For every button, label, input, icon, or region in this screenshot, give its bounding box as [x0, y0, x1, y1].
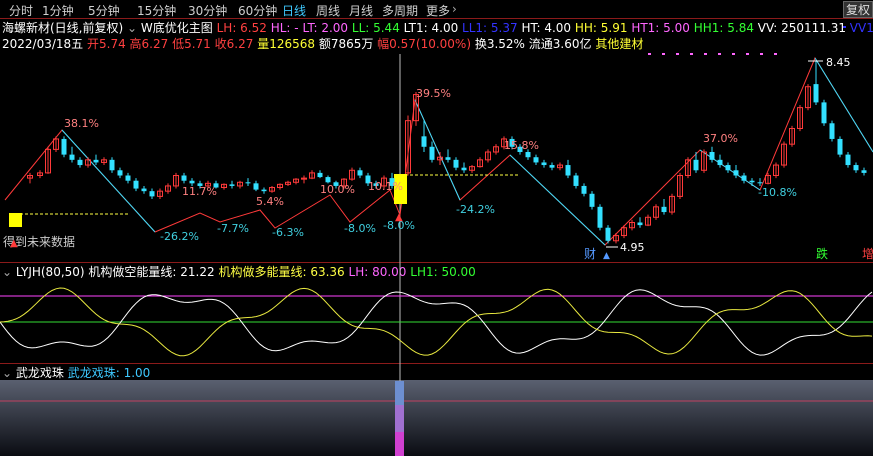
candle-body: [261, 189, 267, 192]
top-marker: [843, 26, 846, 28]
candle-body: [253, 183, 259, 190]
pct-up-label: 39.5%: [416, 87, 451, 100]
pct-down-label: -7.7%: [217, 222, 249, 235]
candle-body: [189, 180, 195, 184]
candle-body: [229, 184, 235, 186]
buy-block: [9, 213, 22, 227]
signal-cai-arrow: ▲: [603, 251, 610, 261]
candle-body: [245, 182, 251, 184]
signal-cai: 财: [584, 247, 596, 261]
peak-price-label: 8.45: [826, 56, 851, 69]
wulong-bar-mid: [395, 405, 404, 432]
candle-body: [605, 227, 611, 241]
top-marker: [704, 53, 707, 55]
candle-body: [453, 159, 459, 168]
candle-body: [69, 154, 75, 160]
pct-up-label: 37.0%: [703, 132, 738, 145]
zigzag-down: [61, 129, 156, 233]
pct-down-label: -10.8%: [758, 186, 797, 199]
candle-body: [429, 146, 435, 160]
pct-down-label: -26.2%: [160, 230, 199, 243]
candle-body: [133, 180, 139, 189]
pct-up-label: 10.0%: [320, 183, 355, 196]
candle-body: [837, 138, 843, 155]
top-marker: [760, 53, 763, 55]
candle-body: [661, 206, 667, 213]
candle-body: [93, 159, 99, 163]
buy-arrow: ▲: [10, 238, 18, 249]
zigzag-down-2: [414, 99, 461, 201]
candle-body: [77, 159, 83, 166]
pct-down-label: -24.2%: [456, 203, 495, 216]
signal-die: 跌: [816, 246, 828, 261]
candle-body: [141, 188, 147, 192]
pct-down-label: -6.3%: [272, 226, 304, 239]
candle-body: [149, 191, 155, 197]
candle-body: [597, 206, 603, 228]
candle-body: [461, 167, 467, 171]
top-marker: [648, 53, 651, 55]
top-marker: [690, 53, 693, 55]
candle-body: [61, 138, 67, 155]
candle-body: [421, 136, 427, 147]
candle-body: [693, 159, 699, 171]
candle-body: [357, 170, 363, 176]
candle-body: [813, 84, 819, 103]
candle-body: [861, 170, 867, 173]
pct-up-label: 5.4%: [256, 195, 284, 208]
top-marker: [774, 53, 777, 55]
candle-body: [749, 180, 755, 183]
candle-body: [581, 185, 587, 194]
candle-body: [725, 165, 731, 171]
candle-body: [637, 222, 643, 226]
candle-body: [445, 157, 451, 160]
candle-body: [589, 193, 595, 207]
candle-body: [717, 159, 723, 166]
candle-body: [853, 165, 859, 171]
candle-body: [541, 162, 547, 166]
wulong-bar-bottom: [395, 432, 404, 456]
wulong-background: [0, 380, 873, 456]
candle-body: [317, 172, 323, 178]
candle-body: [565, 165, 571, 176]
candle-body: [125, 175, 131, 181]
candle-body: [709, 152, 715, 160]
candle-body: [549, 165, 555, 168]
kline-chart[interactable]: 38.1% 11.7% 5.4% 10.0% 10.1% 39.5% 15.8% 37.0% -…: [0, 0, 873, 456]
candle-body: [821, 102, 827, 124]
pct-up-label: 10.1%: [368, 180, 403, 193]
candle-body: [181, 175, 187, 181]
candle-body: [573, 175, 579, 186]
pct-up-label: 38.1%: [64, 117, 99, 130]
top-marker: [718, 53, 721, 55]
candle-body: [733, 170, 739, 176]
candle-body: [325, 177, 331, 183]
top-marker: [662, 53, 665, 55]
candle-body: [845, 154, 851, 166]
top-marker: [676, 53, 679, 55]
zigzag-up: [4, 129, 156, 233]
candle-body: [525, 152, 531, 158]
buy-arrow-2: ▲: [395, 212, 403, 223]
top-marker: [746, 53, 749, 55]
signal-zeng: 增: [862, 247, 873, 261]
candle-body: [757, 182, 763, 184]
low-price-label: 4.95: [620, 241, 645, 254]
top-marker: [732, 53, 735, 55]
wulong-bar-top: [395, 381, 404, 405]
pct-up-label: 15.8%: [504, 139, 539, 152]
pct-up-label: 11.7%: [182, 185, 217, 198]
candle-body: [109, 159, 115, 171]
candle-body: [829, 123, 835, 139]
candle-body: [741, 175, 747, 181]
candle-body: [533, 157, 539, 163]
pct-down-label: -8.0%: [344, 222, 376, 235]
candle-body: [117, 170, 123, 176]
